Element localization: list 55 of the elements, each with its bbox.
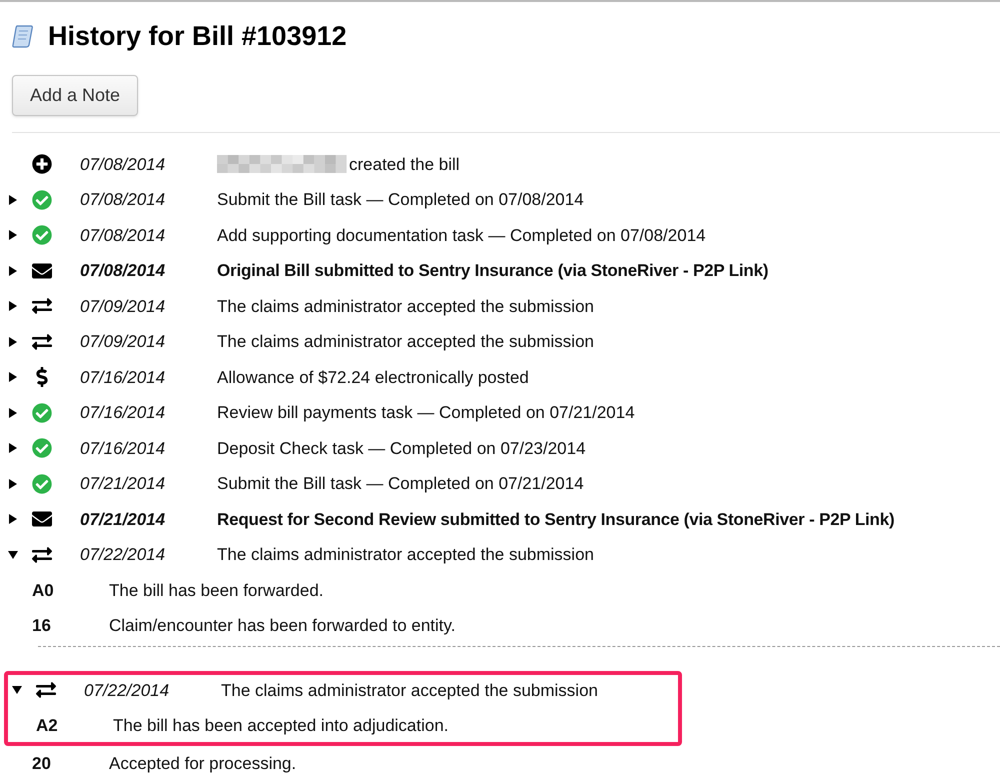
expand-triangle-icon[interactable] (9, 478, 17, 489)
response-code: 16 (32, 615, 52, 637)
response-description: Claim/encounter has been forwarded to entity. (109, 615, 456, 637)
entry-date: 07/09/2014 (80, 296, 166, 318)
expand-triangle-icon[interactable] (9, 372, 17, 382)
entry-description: Submit the Bill task — Completed on 07/08/2014 (217, 189, 584, 211)
response-description: The bill has been forwarded. (109, 580, 324, 602)
expand-triangle-icon[interactable] (9, 443, 17, 454)
entry-description: Submit the Bill task — Completed on 07/21/2014 (217, 473, 584, 495)
exchange-arrows-icon (32, 544, 52, 565)
scroll-icon (12, 24, 34, 48)
entry-description: Add supporting documentation task — Completed on 07/08/2014 (217, 224, 706, 246)
entry-description: Allowance of $72.24 electronically posted (217, 366, 529, 388)
entry-description: Request for Second Review submitted to Sentry Insurance (via StoneRiver - P2P Link) (217, 508, 894, 530)
entry-date: 07/22/2014 (80, 544, 166, 566)
entry-description: created the bill (349, 154, 460, 176)
entry-date: 07/16/2014 (80, 402, 166, 424)
entry-date: 07/16/2014 (80, 438, 166, 460)
envelope-icon (32, 509, 52, 530)
entry-description: Deposit Check task — Completed on 07/23/2014 (217, 438, 586, 460)
page-title: History for Bill #103912 (48, 20, 347, 53)
entry-date: 07/21/2014 (80, 508, 166, 530)
entry-date: 07/08/2014 (80, 224, 166, 246)
expand-triangle-icon[interactable] (9, 194, 17, 205)
response-description: The bill has been accepted into adjudication. (113, 715, 449, 737)
entry-description: The claims administrator accepted the submission (217, 296, 594, 318)
entry-description: The claims administrator accepted the submission (217, 544, 594, 566)
entry-date: 07/16/2014 (80, 366, 166, 388)
expand-triangle-icon[interactable] (9, 301, 17, 312)
exchange-arrows-icon (32, 296, 52, 316)
expand-triangle-icon[interactable] (9, 266, 17, 276)
response-description: Accepted for processing. (109, 752, 296, 774)
entry-description: Review bill payments task — Completed on 07/21/2014 (217, 402, 635, 424)
expand-triangle-icon[interactable] (9, 230, 17, 240)
exchange-arrows-icon (32, 332, 52, 352)
response-code: 20 (32, 752, 52, 774)
add-note-button[interactable]: Add a Note (12, 74, 138, 116)
entry-date: 07/09/2014 (80, 331, 166, 353)
entry-date: 07/21/2014 (80, 473, 166, 495)
entry-description: The claims administrator accepted the submission (217, 331, 594, 353)
collapse-triangle-icon[interactable] (12, 686, 22, 694)
exchange-arrows-icon (36, 680, 56, 700)
entry-date: 07/22/2014 (84, 680, 170, 702)
expand-triangle-icon[interactable] (9, 514, 17, 524)
collapse-triangle-icon[interactable] (8, 550, 18, 559)
expand-triangle-icon[interactable] (9, 336, 17, 347)
entry-description: Original Bill submitted to Sentry Insurance (via StoneRiver - P2P Link) (217, 260, 768, 282)
response-code: A2 (36, 715, 59, 737)
response-code: A0 (32, 580, 55, 602)
envelope-icon (32, 260, 52, 281)
entry-date: 07/08/2014 (80, 154, 166, 176)
entry-description: The claims administrator accepted the submission (221, 680, 598, 702)
entry-date: 07/08/2014 (80, 189, 166, 211)
expand-triangle-icon[interactable] (9, 408, 17, 418)
entry-date: 07/08/2014 (80, 260, 166, 282)
